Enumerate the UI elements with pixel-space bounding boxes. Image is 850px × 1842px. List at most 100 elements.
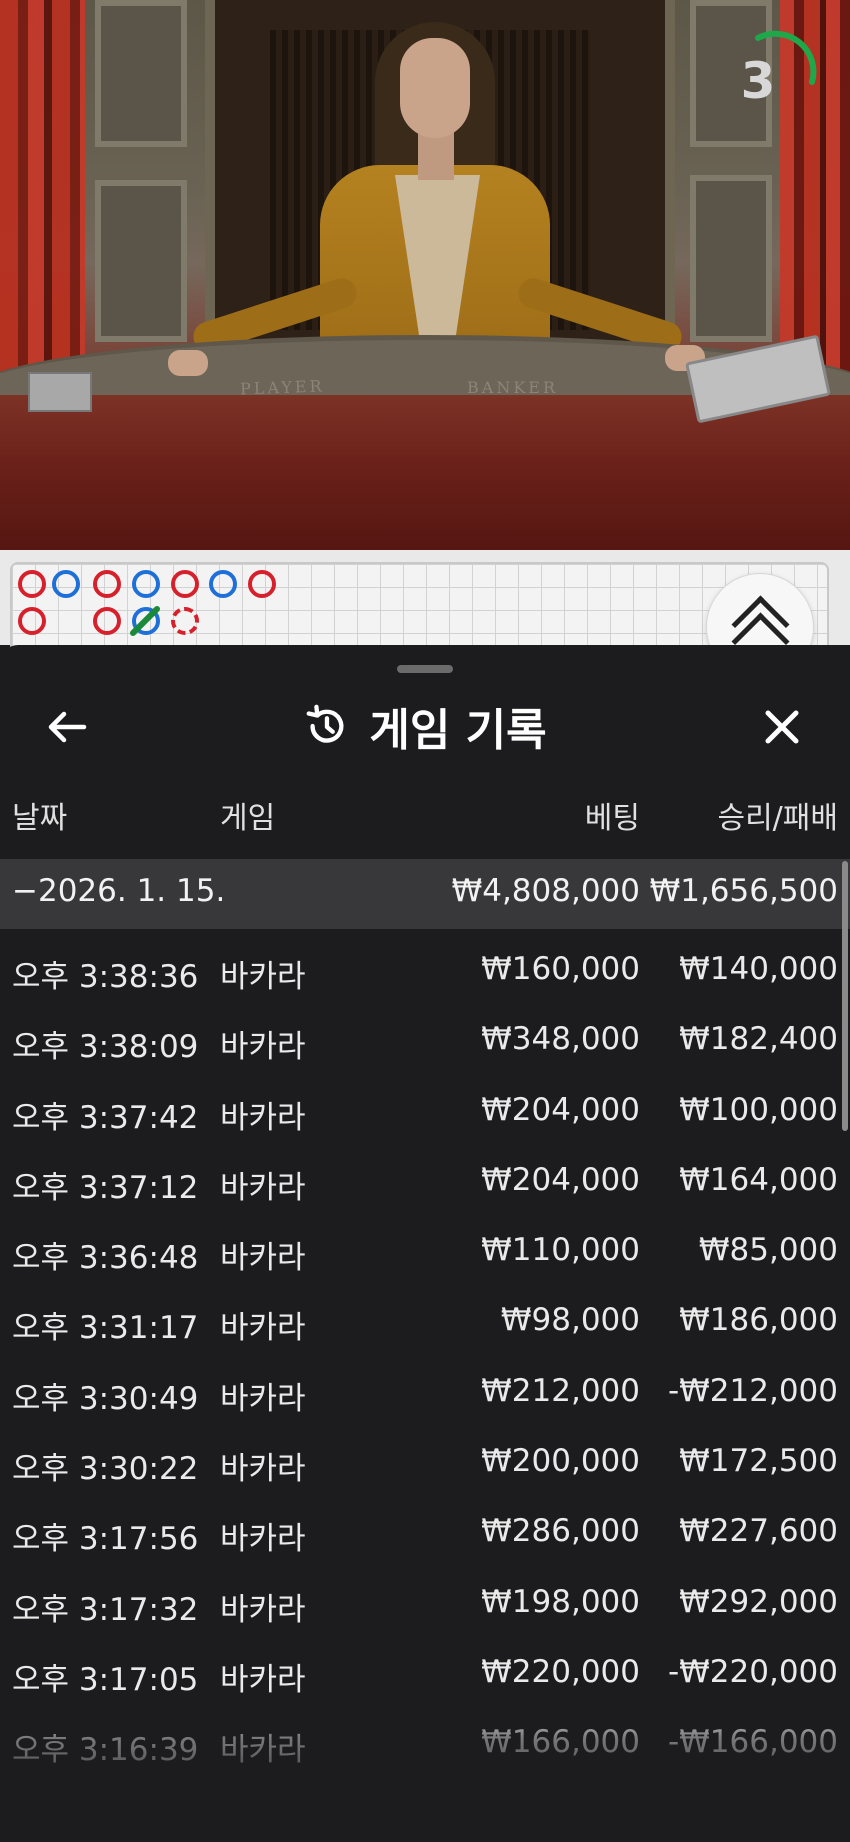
row-winloss: ₩227,600	[679, 1513, 838, 1550]
row-bet: ₩286,000	[481, 1513, 640, 1550]
row-winloss: ₩292,000	[679, 1583, 838, 1620]
column-header-bet[interactable]: 베팅	[585, 793, 640, 837]
row-bet: ₩204,000	[481, 1161, 640, 1198]
day-group-row[interactable]: −2026. 1. 15. ₩4,808,000 ₩1,656,500	[0, 859, 850, 929]
row-time: 오후 3:37:12	[12, 1169, 199, 1206]
sheet-header: 게임 기록	[0, 693, 850, 759]
row-game: 바카라	[220, 1380, 306, 1417]
table-label-player: PLAYER	[239, 376, 325, 399]
row-game: 바카라	[220, 1029, 306, 1066]
page-title: 게임 기록	[369, 705, 547, 756]
table-row[interactable]: 오후 3:30:22 바카라 ₩200,000 ₩172,500	[0, 1421, 850, 1491]
row-time: 오후 3:37:42	[12, 1099, 199, 1136]
table-row[interactable]: 오후 3:17:32 바카라 ₩198,000 ₩292,000	[0, 1562, 850, 1632]
row-game: 바카라	[220, 1591, 306, 1628]
list-scrollbar[interactable]	[842, 861, 848, 1131]
table-row[interactable]: 오후 3:37:12 바카라 ₩204,000 ₩164,000	[0, 1140, 850, 1210]
discard-tray	[28, 372, 92, 412]
table-row[interactable]: 오후 3:31:17 바카라 ₩98,000 ₩186,000	[0, 1280, 850, 1350]
row-game: 바카라	[220, 1732, 306, 1769]
row-time: 오후 3:16:39	[12, 1732, 199, 1769]
close-icon	[765, 710, 799, 744]
row-bet: ₩212,000	[481, 1372, 640, 1409]
column-header-winloss[interactable]: 승리/패배	[717, 793, 838, 837]
banker-marker	[93, 607, 121, 635]
row-winloss: ₩85,000	[698, 1232, 838, 1269]
row-bet: ₩160,000	[481, 951, 640, 987]
banker-marker	[171, 607, 199, 635]
column-header-date[interactable]: 날짜	[12, 793, 67, 837]
table-row[interactable]: 오후 3:36:48 바카라 ₩110,000 ₩85,000	[0, 1210, 850, 1280]
row-winloss: ₩182,400	[679, 1021, 838, 1058]
sheet-drag-handle[interactable]	[397, 665, 453, 673]
decor-pillar-left	[0, 0, 85, 380]
dealer-face	[400, 38, 470, 138]
row-winloss: ₩140,000	[679, 951, 838, 987]
row-winloss: ₩164,000	[679, 1161, 838, 1198]
row-bet: ₩198,000	[481, 1583, 640, 1620]
day-group-bet-total: ₩4,808,000	[451, 873, 640, 909]
row-game: 바카라	[220, 959, 306, 995]
table-row[interactable]: 오후 3:16:39 바카라 ₩166,000 -₩166,000	[0, 1702, 850, 1772]
wall-panel	[95, 0, 187, 147]
row-time: 오후 3:38:36	[12, 959, 199, 995]
table-header: 날짜 게임 베팅 승리/패배	[0, 793, 850, 853]
table-row[interactable]: 오후 3:37:42 바카라 ₩204,000 ₩100,000	[0, 1070, 850, 1140]
countdown-timer: 3	[740, 52, 776, 110]
table-row[interactable]: 오후 3:38:36 바카라 ₩160,000 ₩140,000	[0, 929, 850, 999]
table-row[interactable]: 오후 3:38:09 바카라 ₩348,000 ₩182,400	[0, 999, 850, 1069]
row-time: 오후 3:17:56	[12, 1521, 199, 1558]
row-time: 오후 3:38:09	[12, 1029, 199, 1066]
row-bet: ₩200,000	[481, 1443, 640, 1480]
bead-road-grid[interactable]	[10, 562, 829, 656]
close-button[interactable]	[752, 697, 812, 757]
row-game: 바카라	[220, 1240, 306, 1277]
row-winloss: ₩186,000	[679, 1302, 838, 1339]
row-time: 오후 3:30:22	[12, 1451, 199, 1488]
row-game: 바카라	[220, 1169, 306, 1206]
table-row[interactable]: 오후 3:17:56 바카라 ₩286,000 ₩227,600	[0, 1491, 850, 1561]
day-group-date: −2026. 1. 15.	[12, 873, 226, 909]
player-marker	[209, 570, 237, 598]
row-game: 바카라	[220, 1521, 306, 1558]
column-header-game[interactable]: 게임	[220, 793, 275, 837]
row-game: 바카라	[220, 1099, 306, 1136]
live-video: PLAYER BANKER 3	[0, 0, 850, 550]
history-icon	[306, 704, 344, 743]
table-row[interactable]: 오후 3:30:49 바카라 ₩212,000 -₩212,000	[0, 1351, 850, 1421]
row-bet: ₩220,000	[481, 1653, 640, 1690]
row-bet: ₩348,000	[481, 1021, 640, 1058]
row-time: 오후 3:30:49	[12, 1380, 199, 1417]
game-history-sheet: 게임 기록 날짜 게임 베팅 승리/패배 −2026. 1. 15. ₩4,80…	[0, 645, 850, 1842]
row-bet: ₩204,000	[481, 1091, 640, 1128]
table-label-banker: BANKER	[467, 378, 558, 397]
row-bet: ₩98,000	[500, 1302, 640, 1339]
row-game: 바카라	[220, 1451, 306, 1488]
banker-marker	[171, 570, 199, 598]
player-marker	[132, 570, 160, 598]
row-winloss: -₩220,000	[667, 1653, 838, 1690]
row-bet: ₩110,000	[481, 1232, 640, 1269]
row-winloss: ₩172,500	[679, 1443, 838, 1480]
wall-panel	[690, 175, 772, 342]
row-time: 오후 3:31:17	[12, 1310, 199, 1347]
row-time: 오후 3:17:05	[12, 1661, 199, 1698]
wall-panel	[95, 180, 187, 342]
row-winloss: ₩100,000	[679, 1091, 838, 1128]
row-bet: ₩166,000	[481, 1724, 640, 1761]
player-marker	[52, 570, 80, 598]
dealer-hand-left	[168, 350, 208, 376]
table-row[interactable]: 오후 3:17:05 바카라 ₩220,000 -₩220,000	[0, 1632, 850, 1702]
row-game: 바카라	[220, 1661, 306, 1698]
banker-marker	[18, 570, 46, 598]
banker-marker	[18, 607, 46, 635]
row-time: 오후 3:17:32	[12, 1591, 199, 1628]
history-list: 오후 3:38:36 바카라 ₩160,000 ₩140,000 오후 3:38…	[0, 929, 850, 1773]
day-group-winloss-total: ₩1,656,500	[649, 873, 838, 909]
row-winloss: -₩166,000	[667, 1724, 838, 1761]
row-time: 오후 3:36:48	[12, 1240, 199, 1277]
table-front	[0, 395, 850, 550]
row-winloss: -₩212,000	[667, 1372, 838, 1409]
row-game: 바카라	[220, 1310, 306, 1347]
banker-marker	[248, 570, 276, 598]
